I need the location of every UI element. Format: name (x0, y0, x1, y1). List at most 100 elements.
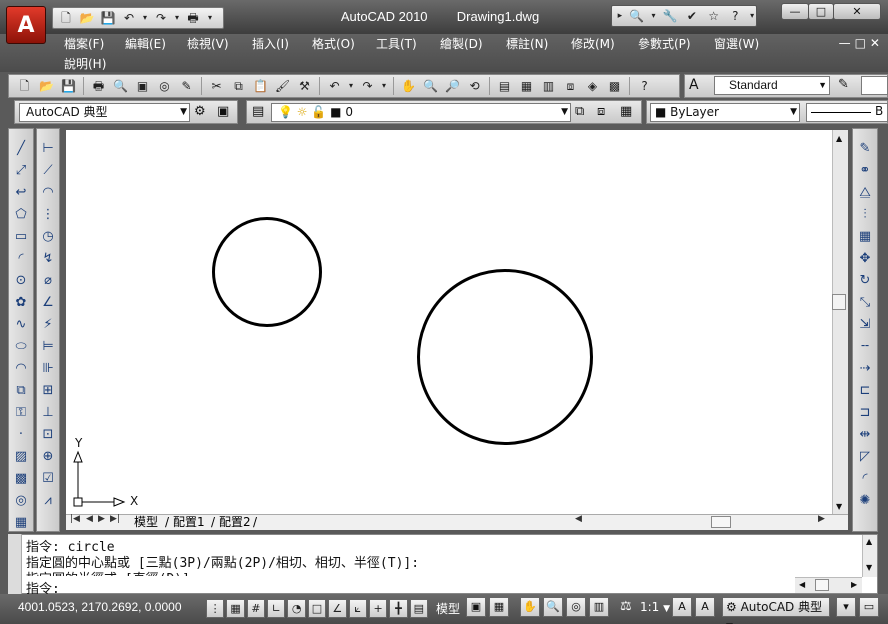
expand-icon[interactable]: ▸ (616, 8, 624, 24)
scroll-up-icon[interactable]: ▲ (866, 537, 872, 546)
status-tray-menu-icon[interactable]: ▾ (836, 597, 856, 617)
arc-icon[interactable]: ◜ (11, 249, 31, 268)
ellipse-arc-icon[interactable]: ◠ (11, 359, 31, 378)
annotation-scale-icon[interactable]: ⚖ (620, 599, 632, 614)
maximize-button[interactable]: □ (808, 3, 834, 20)
inspection-icon[interactable]: ☑ (38, 469, 58, 488)
polyline-icon[interactable]: ↩ (11, 183, 31, 202)
make-block-icon[interactable]: ⚿ (11, 403, 31, 422)
chamfer-icon[interactable]: ◸ (855, 447, 875, 466)
construction-line-icon[interactable]: ⤢ (11, 161, 31, 180)
quick-dimension-icon[interactable]: ⚡ (38, 315, 58, 334)
extend-icon[interactable]: ⇢ (855, 359, 875, 378)
layer-state-icon[interactable]: ▦ (620, 104, 632, 119)
search-icon[interactable]: 🔍 (628, 8, 646, 24)
publish-icon[interactable]: ▣ (133, 77, 152, 95)
menu-window[interactable]: 窗選(W) (714, 35, 759, 52)
3d-print-icon[interactable]: ◎ (155, 77, 174, 95)
menu-insert[interactable]: 插入(I) (252, 35, 289, 52)
clean-screen-icon[interactable]: ▭ (859, 597, 879, 617)
circle-icon[interactable]: ⊙ (11, 271, 31, 290)
dimension-break-icon[interactable]: ⊥ (38, 403, 58, 422)
workspace-save-icon[interactable]: ▣ (217, 104, 229, 119)
break-at-point-icon[interactable]: ⊏ (855, 381, 875, 400)
document-window-controls[interactable]: —□✕ (839, 36, 884, 50)
save-icon[interactable]: 💾 (99, 10, 117, 26)
redo-dropdown-icon[interactable]: ▾ (173, 10, 181, 26)
zoom-window-icon[interactable]: 🔎 (443, 77, 462, 95)
etransmit-icon[interactable]: ✎ (177, 77, 196, 95)
small-circle[interactable] (212, 217, 322, 327)
annotation-visibility-icon[interactable]: A (672, 597, 692, 617)
next-tab-icon[interactable]: ▶ (98, 514, 105, 524)
center-mark-icon[interactable]: ⊕ (38, 447, 58, 466)
pan-icon[interactable]: ✋ (399, 77, 418, 95)
jogged-linear-icon[interactable]: ⩘ (38, 491, 58, 510)
last-tab-icon[interactable]: ▶| (110, 514, 120, 524)
paste-icon[interactable]: 📋 (251, 77, 270, 95)
point-icon[interactable]: · (11, 425, 31, 444)
line-icon[interactable]: ╱ (11, 139, 31, 158)
redo-icon[interactable]: ↷ (358, 77, 377, 95)
markup-icon[interactable]: ◈ (583, 77, 602, 95)
coordinates-readout[interactable]: 4001.0523, 2170.2692, 0.0000 (18, 600, 182, 614)
vertical-scrollbar[interactable]: ▲ ▼ (832, 130, 848, 514)
snap-mode-icon[interactable]: ▦ (226, 598, 245, 618)
fillet-icon[interactable]: ◜ (855, 469, 875, 488)
quick-view-drawings-icon[interactable]: ▦ (489, 597, 509, 617)
command-scroll-thumb[interactable] (815, 579, 829, 591)
tab-model[interactable]: 模型 (134, 515, 158, 529)
auto-scale-icon[interactable]: A (695, 597, 715, 617)
dimension-style-select[interactable] (861, 76, 888, 95)
dimension-space-icon[interactable]: ⊞ (38, 381, 58, 400)
favorites-star-icon[interactable]: ☆ (705, 8, 723, 24)
copy-icon[interactable]: ⧉ (229, 77, 248, 95)
polar-tracking-icon[interactable]: ◔ (287, 598, 306, 618)
quick-properties-icon[interactable]: ▤ (409, 598, 428, 618)
open-icon[interactable]: 📂 (37, 77, 56, 95)
scale-icon[interactable]: ⤡ (855, 293, 875, 312)
new-icon[interactable]: 🗋 (15, 77, 34, 95)
rotate-icon[interactable]: ↻ (855, 271, 875, 290)
communication-center-icon[interactable]: 🔧 (661, 8, 679, 24)
tool-palettes-icon[interactable]: ▥ (539, 77, 558, 95)
workspace-select[interactable]: AutoCAD 典型 ▼ (19, 103, 190, 122)
scroll-up-icon[interactable]: ▲ (836, 134, 842, 143)
undo-icon[interactable]: ↶ (120, 10, 138, 26)
scroll-left-icon[interactable]: ◀ (799, 580, 805, 589)
new-file-icon[interactable]: 🗋 (57, 10, 75, 26)
save-icon[interactable]: 💾 (59, 77, 78, 95)
menu-tools[interactable]: 工具(T) (376, 35, 417, 52)
revision-cloud-icon[interactable]: ✿ (11, 293, 31, 312)
help-dropdown-icon[interactable]: ▾ (748, 8, 756, 24)
plot-icon[interactable]: 🖶 (184, 10, 202, 26)
undo-dropdown-icon[interactable]: ▾ (347, 77, 355, 95)
menu-dimension[interactable]: 標註(N) (506, 35, 548, 52)
model-space-toggle[interactable]: 模型 (436, 600, 460, 617)
copy-object-icon[interactable]: ⚭ (855, 161, 875, 180)
dimension-style-icon[interactable]: ✎ (838, 77, 849, 92)
baseline-dimension-icon[interactable]: ⊨ (38, 337, 58, 356)
explode-icon[interactable]: ✺ (855, 491, 875, 510)
zoom-status-icon[interactable]: 🔍 (543, 597, 563, 617)
lineweight-icon[interactable]: ╋ (389, 598, 408, 618)
color-select[interactable]: ■ ByLayer ▼ (650, 103, 800, 122)
gradient-icon[interactable]: ▩ (11, 469, 31, 488)
workspace-switch[interactable]: ⚙ AutoCAD 典型 ▼ (722, 597, 830, 624)
undo-dropdown-icon[interactable]: ▾ (141, 10, 149, 26)
help-icon[interactable]: ? (635, 77, 654, 95)
dynamic-input-icon[interactable]: + (368, 598, 388, 618)
menu-edit[interactable]: 編輯(E) (125, 35, 166, 52)
menu-modify[interactable]: 修改(M) (571, 35, 615, 52)
tab-layout2[interactable]: 配置2 (219, 515, 251, 529)
grid-display-icon[interactable]: # (246, 598, 266, 618)
quickcalc-icon[interactable]: ▩ (605, 77, 624, 95)
spline-icon[interactable]: ∿ (11, 315, 31, 334)
undo-icon[interactable]: ↶ (325, 77, 344, 95)
aligned-dimension-icon[interactable]: ⟋ (38, 161, 58, 180)
hatch-icon[interactable]: ▨ (11, 447, 31, 466)
menu-draw[interactable]: 繪製(D) (440, 35, 483, 52)
first-tab-icon[interactable]: |◀ (70, 514, 80, 524)
drawing-canvas[interactable]: Y X (66, 130, 832, 514)
large-circle[interactable] (417, 269, 593, 445)
